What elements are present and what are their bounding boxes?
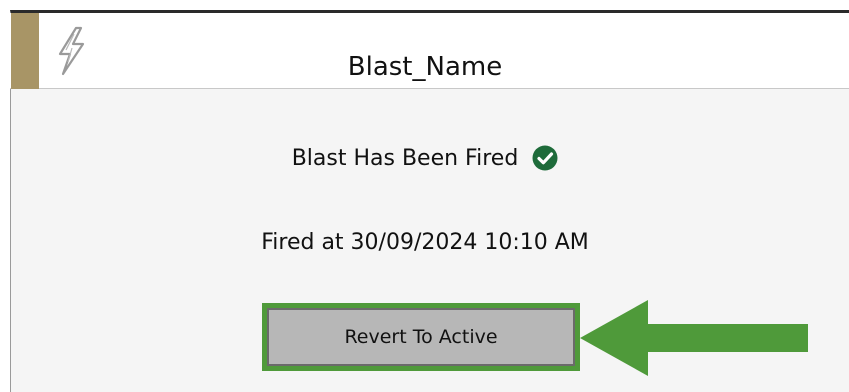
arrow-left-icon [580, 300, 808, 376]
fired-status: Blast Has Been Fired [150, 140, 700, 176]
revert-to-active-button[interactable]: Revert To Active [267, 308, 575, 366]
check-circle-icon [532, 145, 558, 171]
accent-strip [11, 13, 39, 89]
lightning-bolt-icon [58, 26, 85, 76]
window-title: Blast_Name [347, 52, 503, 82]
fired-timestamp: Fired at 30/09/2024 10:10 AM [261, 230, 589, 255]
fired-status-label: Blast Has Been Fired [291, 145, 519, 171]
